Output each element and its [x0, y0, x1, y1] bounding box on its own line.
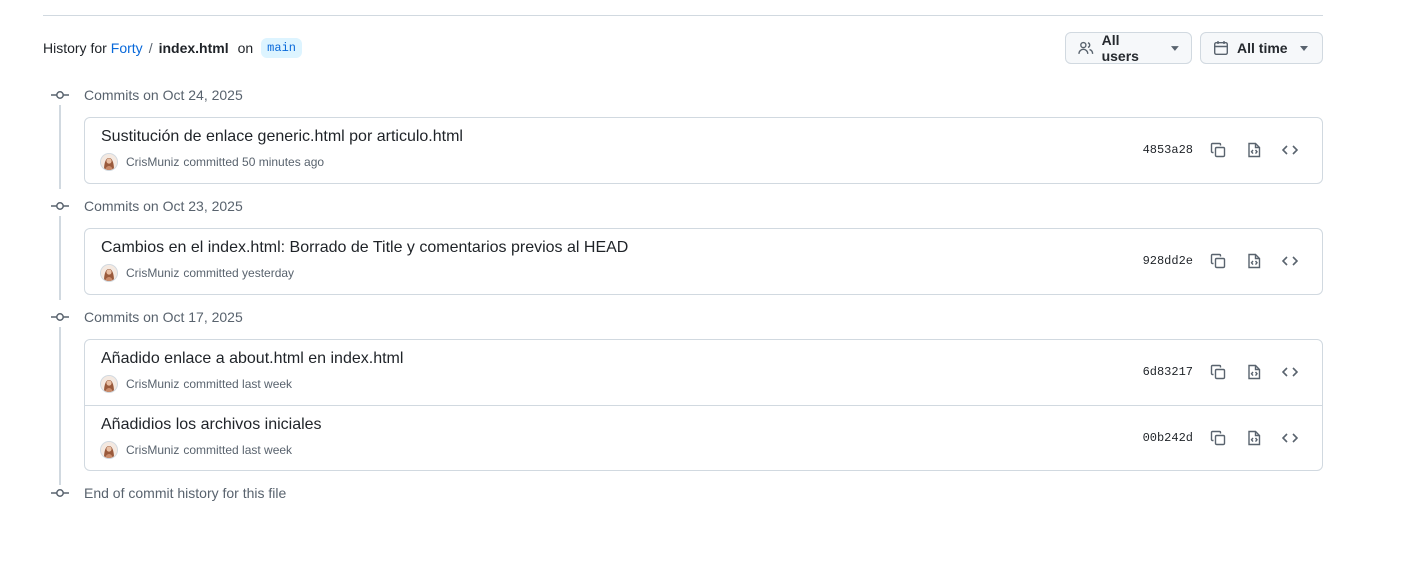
- view-file-button[interactable]: [1238, 360, 1270, 384]
- file-code-icon: [1248, 364, 1261, 380]
- avatar[interactable]: [101, 376, 117, 392]
- copy-sha-button[interactable]: [1202, 360, 1234, 384]
- commit-meta: CrisMuniz committed 50 minutes ago: [101, 154, 324, 170]
- end-of-history: End of commit history for this file: [51, 483, 286, 503]
- commit-actions: [1202, 360, 1306, 384]
- caret-down-icon: [1299, 45, 1308, 51]
- git-commit-icon: [51, 87, 69, 103]
- top-divider: [43, 15, 1323, 16]
- browse-code-button[interactable]: [1274, 249, 1306, 273]
- copy-sha-button[interactable]: [1202, 249, 1234, 273]
- copy-icon: [1210, 430, 1226, 446]
- all-users-label: All users: [1101, 32, 1139, 64]
- browse-code-button[interactable]: [1274, 138, 1306, 162]
- commit-author-link[interactable]: CrisMuniz: [126, 377, 179, 391]
- repo-link[interactable]: Forty: [111, 40, 143, 56]
- on-label: on: [237, 40, 254, 56]
- commit-sha-link[interactable]: 00b242d: [1143, 431, 1193, 445]
- avatar[interactable]: [101, 154, 117, 170]
- view-file-button[interactable]: [1238, 426, 1270, 450]
- calendar-icon: [1214, 41, 1229, 56]
- caret-down-icon: [1171, 45, 1180, 51]
- commit-time: committed 50 minutes ago: [183, 155, 325, 169]
- commit-actions: [1202, 138, 1306, 162]
- commit-meta: CrisMuniz committed last week: [101, 376, 292, 392]
- copy-sha-button[interactable]: [1202, 426, 1234, 450]
- commit-time: committed last week: [183, 377, 293, 391]
- commit-row: Sustitución de enlace generic.html por a…: [85, 118, 1322, 183]
- commit-row: Añadidios los archivos iniciales CrisMun…: [85, 405, 1322, 470]
- code-icon: [1282, 145, 1298, 155]
- avatar[interactable]: [101, 265, 117, 281]
- commit-message-link[interactable]: Cambios en el index.html: Borrado de Tit…: [101, 239, 628, 257]
- commit-message-link[interactable]: Añadidios los archivos iniciales: [101, 416, 322, 434]
- code-icon: [1282, 256, 1298, 266]
- commit-list: Sustitución de enlace generic.html por a…: [84, 117, 1323, 184]
- copy-icon: [1210, 253, 1226, 269]
- commit-meta: CrisMuniz committed last week: [101, 442, 292, 458]
- commit-group-label: Commits on Oct 23, 2025: [84, 198, 243, 214]
- git-commit-icon: [51, 309, 69, 325]
- git-commit-icon: [51, 485, 69, 501]
- avatar[interactable]: [101, 442, 117, 458]
- timeline-line: [59, 216, 61, 300]
- commit-list: Cambios en el index.html: Borrado de Tit…: [84, 228, 1323, 295]
- commit-sha-link[interactable]: 928dd2e: [1143, 254, 1193, 268]
- timeline-line: [59, 105, 61, 189]
- people-icon: [1078, 41, 1094, 54]
- file-code-icon: [1248, 253, 1261, 269]
- view-file-button[interactable]: [1238, 249, 1270, 273]
- all-time-button[interactable]: All time: [1200, 32, 1323, 64]
- commit-group-header: Commits on Oct 24, 2025: [51, 85, 243, 105]
- timeline-line: [59, 327, 61, 485]
- copy-icon: [1210, 364, 1226, 380]
- commit-list: Añadido enlace a about.html en index.htm…: [84, 339, 1323, 471]
- branch-badge[interactable]: main: [261, 38, 302, 58]
- code-icon: [1282, 367, 1298, 377]
- browse-code-button[interactable]: [1274, 360, 1306, 384]
- end-of-history-label: End of commit history for this file: [84, 485, 287, 501]
- view-file-button[interactable]: [1238, 138, 1270, 162]
- filters: All users All time: [1065, 32, 1323, 64]
- commit-actions: [1202, 426, 1306, 450]
- code-icon: [1282, 433, 1298, 443]
- commit-time: committed last week: [183, 443, 293, 457]
- commit-time: committed yesterday: [183, 266, 295, 280]
- all-users-button[interactable]: All users: [1065, 32, 1192, 64]
- commit-meta: CrisMuniz committed yesterday: [101, 265, 294, 281]
- commit-sha-link[interactable]: 6d83217: [1143, 365, 1193, 379]
- commit-group-label: Commits on Oct 24, 2025: [84, 87, 243, 103]
- commit-row: Cambios en el index.html: Borrado de Tit…: [85, 229, 1322, 294]
- commit-message-link[interactable]: Añadido enlace a about.html en index.htm…: [101, 350, 403, 368]
- all-time-label: All time: [1237, 40, 1288, 56]
- commit-group-header: Commits on Oct 17, 2025: [51, 307, 243, 327]
- copy-icon: [1210, 142, 1226, 158]
- commit-author-link[interactable]: CrisMuniz: [126, 266, 179, 280]
- commit-actions: [1202, 249, 1306, 273]
- browse-code-button[interactable]: [1274, 426, 1306, 450]
- path-separator: /: [148, 40, 153, 56]
- git-commit-icon: [51, 198, 69, 214]
- commit-author-link[interactable]: CrisMuniz: [126, 155, 179, 169]
- history-title: History for Forty / index.html on main: [43, 38, 302, 58]
- file-code-icon: [1248, 142, 1261, 158]
- commit-row: Añadido enlace a about.html en index.htm…: [85, 340, 1322, 405]
- commit-group-header: Commits on Oct 23, 2025: [51, 196, 243, 216]
- history-header: History for Forty / index.html on main A…: [43, 32, 1323, 64]
- commit-author-link[interactable]: CrisMuniz: [126, 443, 179, 457]
- commit-group-label: Commits on Oct 17, 2025: [84, 309, 243, 325]
- file-name: index.html: [158, 40, 229, 56]
- file-code-icon: [1248, 430, 1261, 446]
- copy-sha-button[interactable]: [1202, 138, 1234, 162]
- commit-sha-link[interactable]: 4853a28: [1143, 143, 1193, 157]
- commit-message-link[interactable]: Sustitución de enlace generic.html por a…: [101, 128, 463, 146]
- history-prefix: History for: [43, 40, 107, 56]
